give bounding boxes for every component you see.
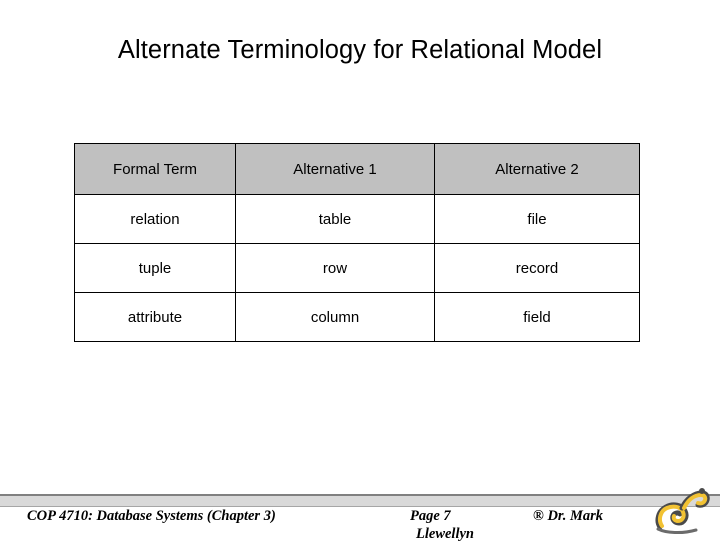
- footer-course-label: COP 4710: Database Systems (Chapter 3): [27, 508, 276, 524]
- footer-divider-bottom: [0, 506, 720, 507]
- snail-logo-icon: [652, 481, 710, 537]
- footer-author-label: ® Dr. Mark: [533, 508, 604, 524]
- slide: Alternate Terminology for Relational Mod…: [0, 0, 720, 542]
- table-cell: file: [434, 194, 640, 244]
- table-cell: relation: [74, 194, 236, 244]
- table-cell: column: [235, 292, 435, 342]
- table-row: attribute column field: [74, 292, 640, 342]
- terminology-table: Formal Term Alternative 1 Alternative 2 …: [74, 143, 640, 342]
- table-header: Formal Term Alternative 1 Alternative 2: [74, 143, 640, 195]
- table-cell: row: [235, 243, 435, 293]
- footer-band: [0, 496, 720, 506]
- table-cell: tuple: [74, 243, 236, 293]
- footer-page-number: Page 7: [410, 508, 451, 524]
- table-header-row: Formal Term Alternative 1 Alternative 2: [74, 143, 640, 195]
- table-body: relation table file tuple row record att…: [74, 194, 640, 342]
- table-row: tuple row record: [74, 243, 640, 293]
- table-cell: field: [434, 292, 640, 342]
- page-title: Alternate Terminology for Relational Mod…: [117, 36, 603, 64]
- slide-footer: COP 4710: Database Systems (Chapter 3) P…: [0, 494, 720, 542]
- table-cell: table: [235, 194, 435, 244]
- table-header-cell-alternative-2: Alternative 2: [434, 143, 640, 195]
- table-row: relation table file: [74, 194, 640, 244]
- table-cell: attribute: [74, 292, 236, 342]
- table-header-cell-alternative-1: Alternative 1: [235, 143, 435, 195]
- table-cell: record: [434, 243, 640, 293]
- table-header-cell-formal-term: Formal Term: [74, 143, 236, 195]
- footer-author-lastname: Llewellyn: [416, 526, 474, 542]
